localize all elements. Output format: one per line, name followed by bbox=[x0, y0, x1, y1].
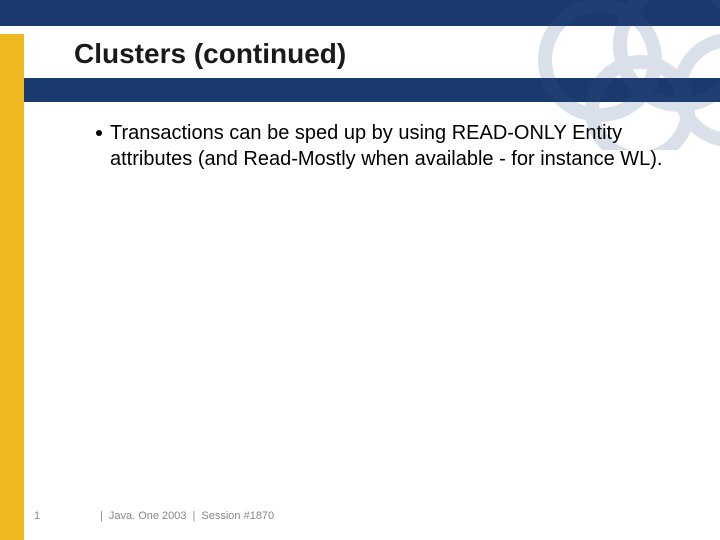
bullet-text: Transactions can be sped up by using REA… bbox=[110, 122, 662, 170]
slide-title: Clusters (continued) bbox=[74, 38, 346, 70]
bullet-dot-icon bbox=[96, 130, 102, 136]
slide-footer: 1 | Java. One 2003 | Session #1870 bbox=[34, 510, 700, 522]
top-accent-strip bbox=[0, 0, 720, 26]
title-underline-band bbox=[24, 78, 720, 102]
bullet-item: Transactions can be sped up by using REA… bbox=[96, 120, 690, 172]
footer-separator: | bbox=[193, 510, 196, 522]
footer-separator: | bbox=[100, 510, 103, 522]
footer-session: Session #1870 bbox=[201, 510, 274, 522]
slide-content: Transactions can be sped up by using REA… bbox=[96, 120, 690, 172]
left-accent-bar bbox=[0, 0, 24, 540]
top-white-gap bbox=[0, 26, 720, 34]
footer-event: Java. One 2003 bbox=[109, 510, 187, 522]
page-number: 1 bbox=[34, 510, 94, 522]
